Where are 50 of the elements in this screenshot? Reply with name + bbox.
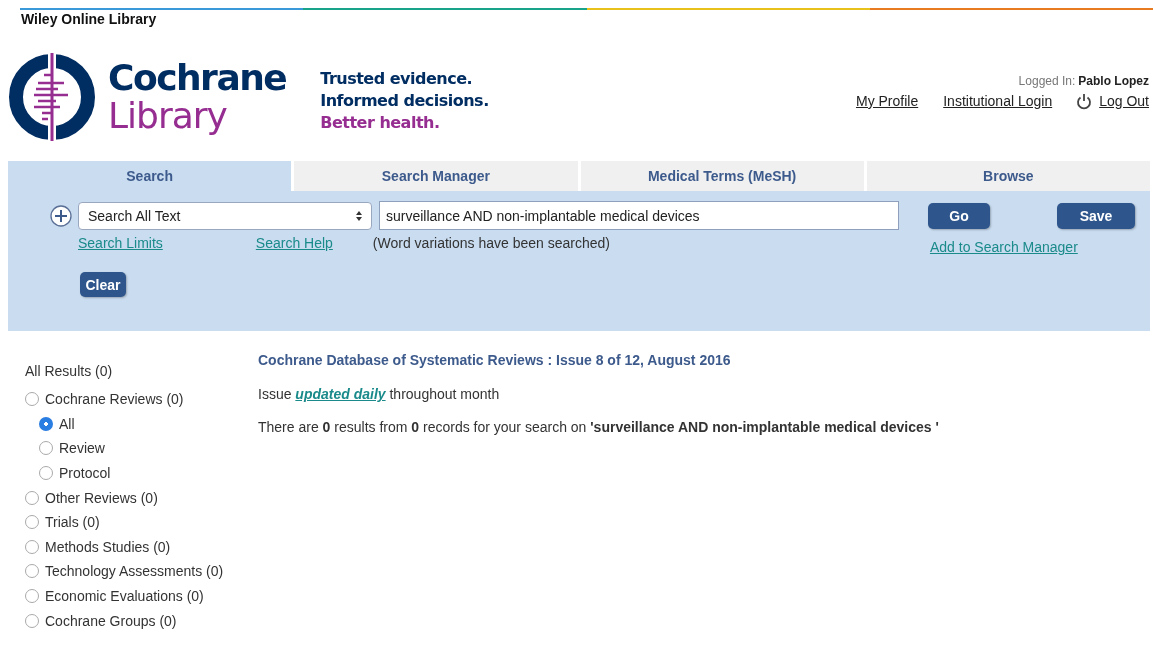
dropdown-arrows-icon [355,209,363,222]
nav-tab[interactable]: Search Manager [294,161,578,191]
radio-button[interactable] [25,613,39,628]
radio-button[interactable] [25,539,39,554]
nav-tab[interactable]: Browse [866,161,1150,191]
power-icon[interactable] [1076,93,1093,110]
user-name: Pablo Lopez [1078,74,1149,88]
filter-label: Methods Studies (0) [45,538,171,555]
filter-label: Cochrane Reviews (0) [45,391,184,408]
tagline-text: Trusted evidence. [320,68,474,90]
account-link[interactable]: Institutional Login [943,92,1053,109]
go-button[interactable]: Go [928,202,990,229]
variations-note: (Word variations have been searched) [372,235,610,251]
logged-in-label: Logged In: [1018,74,1076,88]
filter-label: Other Reviews (0) [45,489,158,506]
issue-note: Issue updated daily throughout month [258,385,501,403]
results-summary: There are 0 results from 0 records for your search on 'surveillance AND non-implantable medical devices ' [258,418,939,436]
radio-button[interactable] [25,589,39,604]
filter-label: Economic Evaluations (0) [45,588,204,605]
clear-button[interactable]: Clear [80,272,126,297]
radio-button[interactable] [25,490,39,505]
radio-button[interactable] [25,515,39,530]
all-results-label: All Results (0) [25,362,114,381]
wiley-title: Wiley Online Library [21,11,158,27]
account-link[interactable]: Log Out [1099,92,1149,109]
radio-button[interactable] [25,392,39,407]
filter-label: Cochrane Groups (0) [45,612,177,629]
results-heading: Cochrane Database of Systematic Reviews : Issue 8 of 12, August 2016 [258,351,732,369]
tagline-text: Better health. [320,112,441,134]
filter-label: Protocol [59,465,111,482]
radio-button[interactable] [39,441,53,456]
radio-button[interactable] [39,416,53,431]
nav-tab[interactable]: Medical Terms (MeSH) [580,161,864,191]
radio-button[interactable] [39,466,53,481]
account-link[interactable]: My Profile [855,92,919,109]
field-select[interactable]: Search All Text [78,201,372,230]
nav-tab[interactable]: Search [8,161,292,191]
logo-icon [8,53,96,141]
logo-wordmark: Cochrane [108,59,287,97]
updated-daily-link[interactable]: updated daily [295,386,386,402]
filter-label: All [59,415,75,432]
filter-label: Technology Assessments (0) [45,563,224,580]
save-button[interactable]: Save [1057,202,1135,229]
search-field[interactable]: surveillance AND non-implantable medical devices [379,201,899,230]
radio-button[interactable] [25,564,39,579]
add-icon[interactable] [50,204,72,227]
logo-wordmark: Library [108,97,228,135]
tagline-text: Informed decisions. [320,90,489,112]
filter-label: Trials (0) [45,514,100,531]
filter-label: Review [59,440,105,457]
